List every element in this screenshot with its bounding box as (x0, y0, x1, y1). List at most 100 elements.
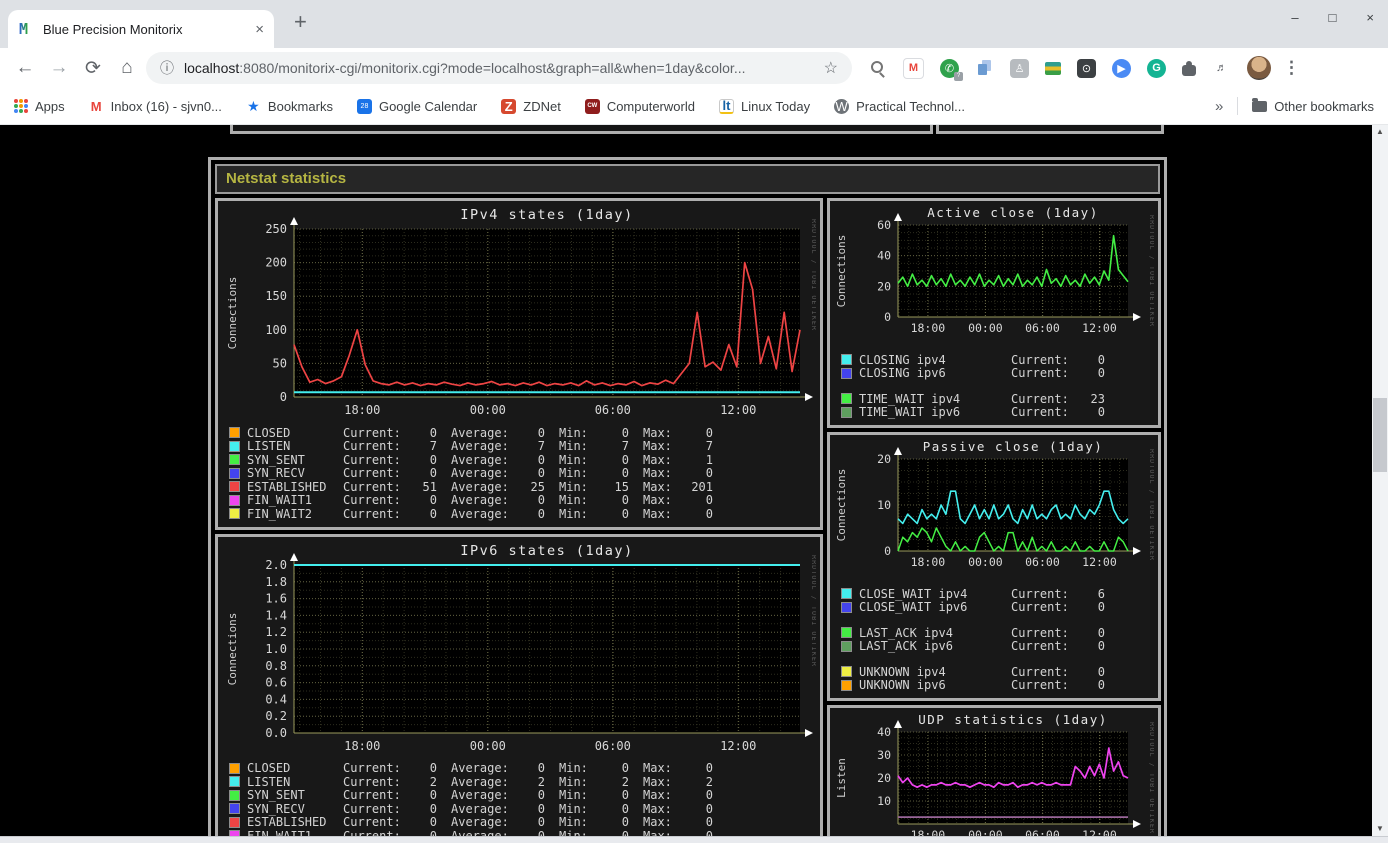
bookmarks-overflow-icon[interactable]: » (1215, 98, 1223, 115)
zdnet-icon[interactable]: Z (501, 98, 517, 114)
person-extension-icon[interactable]: ♙ (1010, 58, 1029, 78)
copy-pages-extension-icon[interactable] (975, 59, 994, 78)
svg-text:RRDTOOL / TOBI OETIKER: RRDTOOL / TOBI OETIKER (810, 555, 816, 667)
legend-swatch (229, 762, 240, 774)
svg-text:RRDTOOL / TOBI OETIKER: RRDTOOL / TOBI OETIKER (1148, 722, 1154, 834)
legend-swatch (841, 601, 852, 613)
bookmark-inbox-16-sjvn0[interactable]: M Inbox (16) - sjvn0... (88, 98, 222, 114)
legend-series-name: ESTABLISHED (247, 815, 327, 830)
legend-row: LISTEN Current: 2 Average: 2 Min: 2 Max: 2 (229, 774, 814, 789)
bookmark-linux-today[interactable]: lt Linux Today (718, 98, 810, 114)
passive-close-graph[interactable]: 0 10 20 18:00 00:00 06:00 12:00 Passive close (… (832, 437, 1156, 579)
bookmark-star-icon[interactable]: ☆ (824, 58, 838, 78)
legend-stat-value: 0 (621, 788, 629, 803)
page-scrollbar[interactable]: ▲ ▼ (1372, 125, 1388, 836)
legend-stat-label: Current: (1011, 366, 1069, 381)
legend-series-name: LAST_ACK ipv6 (859, 639, 953, 654)
window-close-button[interactable]: × (1366, 10, 1374, 25)
bookmark-label: Computerworld (606, 98, 695, 114)
bookmark-google-calendar[interactable]: 28 Google Calendar (356, 98, 477, 114)
apps-grid-icon[interactable] (14, 99, 28, 113)
voice-phone-extension-icon[interactable]: ✆? (940, 58, 963, 81)
calendar-icon[interactable]: 28 (356, 98, 372, 114)
legend-stat-value: 0 (537, 425, 545, 440)
search-extension-icon[interactable] (868, 59, 887, 78)
legend-stat-label: Max: (643, 425, 672, 440)
svg-text:0.4: 0.4 (265, 692, 287, 706)
passive-close-legend: CLOSE_WAIT ipv4 Current: 6 CLOSE_WAIT ipv6 C… (832, 584, 1156, 695)
monitorix-favicon: M (19, 21, 28, 37)
legend-stat-label: Current: (343, 761, 401, 776)
page-info-icon[interactable]: ⓘ (160, 58, 174, 78)
home-button[interactable]: ⌂ (110, 57, 144, 79)
legend-series-name: TIME_WAIT ipv4 (859, 391, 961, 406)
legend-stat-label: Average: (451, 479, 509, 494)
puzzle-extension-icon[interactable] (1182, 61, 1196, 76)
computerworld-icon[interactable]: CW (584, 98, 600, 114)
bookmark-bookmarks[interactable]: ★ Bookmarks (246, 98, 333, 114)
browser-menu-icon[interactable]: ⋮ (1283, 58, 1300, 78)
legend-series-name: LISTEN (247, 439, 291, 454)
svg-text:18:00: 18:00 (344, 739, 380, 753)
legend-stat-value: 0 (537, 506, 545, 521)
forward-button[interactable]: → (42, 57, 76, 79)
svg-text:UDP statistics (1day): UDP statistics (1day) (918, 712, 1108, 727)
active-close-graph[interactable]: 0 20 40 60 18:00 00:00 06:00 12:00 Active close … (832, 203, 1156, 345)
url-bar[interactable]: ⓘ localhost :8080/monitorix-cgi/monitori… (146, 52, 852, 84)
lamp-extension-icon[interactable]: ⊙ (1077, 58, 1096, 78)
window-minimize-button[interactable]: – (1291, 10, 1298, 25)
legend-stat-label: Current: (343, 439, 401, 454)
reload-button[interactable]: ⟳ (76, 57, 110, 80)
legend-stat-label: Min: (559, 506, 588, 521)
new-tab-button[interactable]: + (294, 9, 307, 35)
zoom-camera-extension-icon[interactable]: ▶ (1112, 58, 1131, 78)
legend-stat-value: 0 (537, 801, 545, 816)
linux-today-icon[interactable]: lt (718, 98, 734, 114)
legend-stat-label: Max: (643, 479, 672, 494)
gmail-icon[interactable]: M (88, 98, 104, 114)
star-icon[interactable]: ★ (246, 98, 261, 114)
window-maximize-button[interactable]: □ (1329, 10, 1337, 25)
bookmark-computerworld[interactable]: CW Computerworld (584, 98, 695, 114)
svg-text:1.4: 1.4 (265, 608, 287, 622)
legend-series-name: CLOSED (247, 425, 291, 440)
other-bookmarks-button[interactable]: Other bookmarks (1252, 97, 1374, 114)
grammarly-extension-icon[interactable]: G (1147, 58, 1166, 78)
legend-swatch (841, 666, 852, 678)
legend-stat-label: Max: (643, 774, 672, 789)
legend-swatch (229, 494, 240, 506)
books-extension-icon[interactable] (1045, 61, 1061, 75)
wordpress-icon[interactable]: W (834, 98, 850, 114)
playlist-extension-icon[interactable]: ♬ (1212, 59, 1231, 78)
legend-stat-label: Average: (451, 506, 509, 521)
tab-close-icon[interactable]: × (255, 21, 264, 38)
udp-statistics-graph[interactable]: 1020304018:00 00:00 06:00 12:00UDP statisti… (832, 710, 1156, 843)
bookmark-zdnet[interactable]: Z ZDNet (501, 98, 561, 114)
passive-close-graph-box: 0 10 20 18:00 00:00 06:00 12:00 Passive close (… (827, 432, 1161, 701)
legend-stat-label: Min: (559, 801, 588, 816)
ipv4-states-graph[interactable]: 0 50 100 150 200 250 18:00 00:00 06:00 12:00 IPv4 … (220, 203, 818, 418)
back-button[interactable]: ← (8, 57, 42, 79)
svg-text:18:00: 18:00 (344, 403, 380, 417)
legend-stat-value: 0 (705, 815, 713, 830)
scrollbar-up-icon[interactable]: ▲ (1372, 125, 1388, 139)
ipv6-states-graph[interactable]: 0.0 0.2 0.4 0.6 0.8 1.0 1.2 1.4 1.6 1.8 2.0 18:00 00… (220, 538, 818, 754)
svg-text:0: 0 (884, 310, 891, 324)
scrollbar-down-icon[interactable]: ▼ (1372, 822, 1388, 836)
browser-tab[interactable]: M Blue Precision Monitorix × (8, 10, 274, 48)
legend-swatch (229, 789, 240, 801)
bookmark-practical-technol[interactable]: W Practical Technol... (834, 98, 965, 114)
section-header: Netstat statistics (215, 164, 1160, 194)
svg-text:RRDTOOL / TOBI OETIKER: RRDTOOL / TOBI OETIKER (1148, 215, 1154, 327)
scrollbar-thumb[interactable] (1373, 398, 1387, 472)
legend-stat-value: 0 (705, 761, 713, 776)
legend-stat-label: Current: (343, 815, 401, 830)
legend-series-name: CLOSED (247, 761, 291, 776)
bookmark-apps[interactable]: Apps (14, 99, 65, 114)
bookmark-label: Apps (35, 98, 65, 114)
legend-row: TIME_WAIT ipv4 Current: 23 (841, 391, 1152, 406)
profile-avatar[interactable] (1247, 56, 1271, 80)
gmail-extension-icon[interactable]: M (903, 57, 924, 79)
bookmark-label: Bookmarks (267, 98, 333, 114)
legend-stat-label: Current: (1011, 664, 1069, 679)
